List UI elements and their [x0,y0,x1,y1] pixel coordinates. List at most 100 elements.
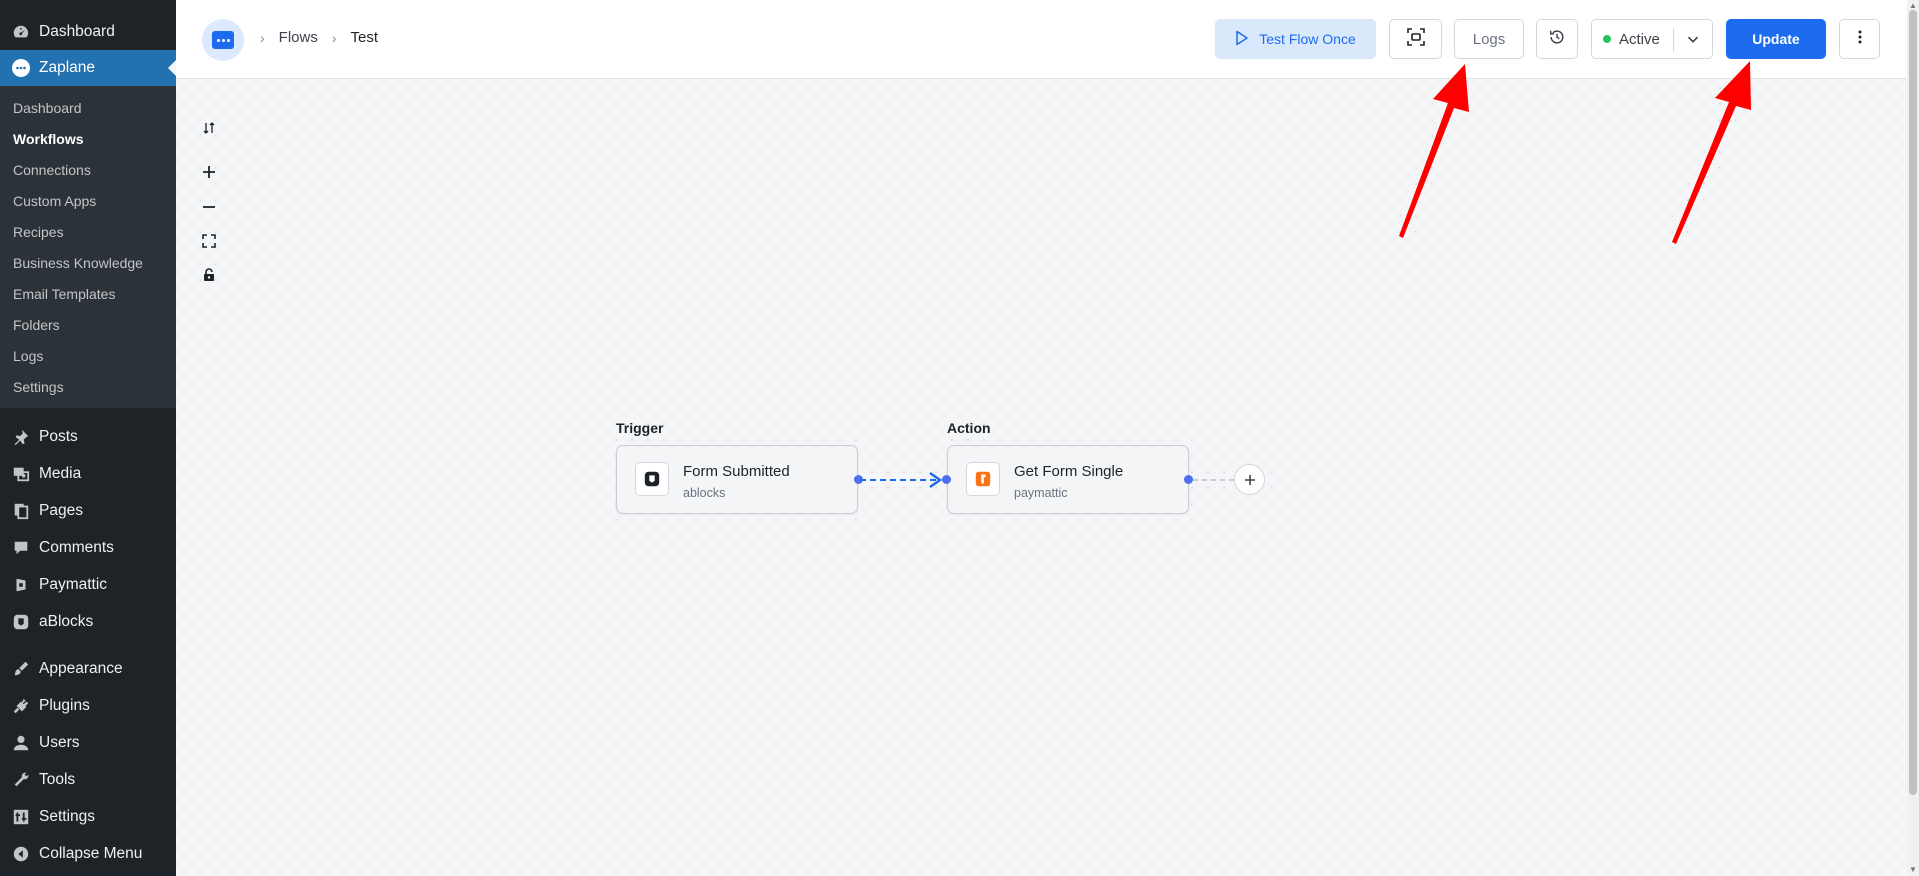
menu-label: Tools [39,770,76,788]
plug-icon [10,695,32,717]
menu-plugins[interactable]: Plugins [0,687,176,724]
menu-label: aBlocks [39,612,94,630]
logs-button[interactable]: Logs [1454,19,1524,59]
breadcrumb-flows[interactable]: Flows [279,29,318,46]
app-logo[interactable] [202,19,244,61]
brush-icon [10,658,32,680]
update-button[interactable]: Update [1726,19,1826,59]
menu-label: Comments [39,538,114,556]
menu-settings[interactable]: Settings [0,798,176,835]
menu-label: Appearance [39,659,123,677]
test-flow-label: Test Flow Once [1259,31,1356,47]
fit-view-icon[interactable] [199,231,219,251]
paymattic-icon [10,574,32,596]
menu-label: Dashboard [39,22,115,40]
chevron-right-icon: › [331,29,337,46]
wrench-icon [10,769,32,791]
logs-label: Logs [1472,30,1506,48]
trigger-section-label: Trigger [616,420,664,436]
menu-media[interactable]: Media [0,455,176,492]
menu-label: Paymattic [39,575,108,593]
menu-label: Pages [39,501,83,519]
menu-comments[interactable]: Comments [0,529,176,566]
submenu-email-templates[interactable]: Email Templates [0,279,176,310]
pages-icon [10,500,32,522]
zoom-in-icon[interactable] [199,162,219,182]
menu-collapse[interactable]: Collapse Menu [0,835,176,872]
pin-icon [10,426,32,448]
zoom-out-icon[interactable] [199,197,219,217]
scroll-down-icon[interactable]: ▼ [1909,865,1917,874]
trigger-app: ablocks [683,486,726,500]
status-dot [1603,35,1611,43]
collapse-icon [10,843,32,865]
menu-paymattic[interactable]: Paymattic [0,566,176,603]
submenu-custom-apps[interactable]: Custom Apps [0,186,176,217]
ablocks-logo-icon [635,462,669,496]
scroll-up-icon[interactable]: ▲ [1909,1,1917,10]
submenu-business-knowledge[interactable]: Business Knowledge [0,248,176,279]
zaplane-icon [10,57,32,79]
menu-pages[interactable]: Pages [0,492,176,529]
menu-ablocks[interactable]: aBlocks [0,603,176,640]
submenu-connections[interactable]: Connections [0,155,176,186]
menu-tools[interactable]: Tools [0,761,176,798]
action-title: Get Form Single [1014,463,1124,480]
action-section-label: Action [947,420,991,436]
plus-icon [1244,474,1255,485]
status-label: Active [1619,30,1660,48]
chevron-right-icon: › [260,29,265,46]
menu-users[interactable]: Users [0,724,176,761]
scrollbar-thumb[interactable] [1909,10,1917,795]
status-dropdown[interactable]: Active [1591,19,1713,59]
trigger-title: Form Submitted [683,463,790,480]
menu-label: Collapse Menu [39,844,143,862]
fit-screen-button[interactable] [1389,19,1442,59]
submenu-settings[interactable]: Settings [0,372,176,403]
submenu-folders[interactable]: Folders [0,310,176,341]
add-step-button[interactable] [1234,464,1265,495]
flow-canvas[interactable]: Trigger Form Submitted ablocks Action Ge… [176,80,1907,876]
history-icon [1548,28,1566,50]
menu-posts[interactable]: Posts [0,418,176,455]
user-icon [10,732,32,754]
comment-icon [10,537,32,559]
vertical-scrollbar[interactable]: ▲ ▼ [1907,0,1919,876]
zaplane-logo-icon [212,31,234,49]
menu-label: Media [39,464,82,482]
action-node[interactable]: Get Form Single paymattic [947,445,1189,514]
update-label: Update [1752,31,1800,47]
breadcrumb-current: Test [350,29,379,46]
ablocks-icon [10,611,32,633]
swap-layout-icon[interactable] [199,118,219,138]
screenshot-frame-icon [1406,27,1426,51]
action-output-port[interactable] [1184,475,1193,484]
flow-connector [860,471,943,489]
trigger-node[interactable]: Form Submitted ablocks [616,445,858,514]
more-vertical-icon [1858,29,1862,49]
more-options-button[interactable] [1839,19,1880,59]
test-flow-button[interactable]: Test Flow Once [1215,19,1376,59]
chevron-down-icon[interactable] [1684,30,1702,52]
admin-sidebar: Dashboard Zaplane Dashboard Workflows Co… [0,0,176,876]
menu-appearance[interactable]: Appearance [0,650,176,687]
action-input-port[interactable] [942,475,951,484]
menu-label: Posts [39,427,78,445]
lock-icon[interactable] [199,265,219,285]
zaplane-submenu: Dashboard Workflows Connections Custom A… [0,86,176,408]
flow-header: › Flows › Test Test Flow Once Logs Activ… [176,0,1907,79]
history-button[interactable] [1536,19,1578,59]
breadcrumb: › Flows › Test [260,29,378,46]
submenu-logs[interactable]: Logs [0,341,176,372]
submenu-workflows[interactable]: Workflows [0,124,176,155]
settings-icon [10,806,32,828]
menu-label: Zaplane [39,59,96,76]
media-icon [10,463,32,485]
play-icon [1235,30,1249,49]
submenu-dashboard[interactable]: Dashboard [0,93,176,124]
action-app: paymattic [1014,486,1068,500]
menu-zaplane[interactable]: Zaplane [0,50,176,86]
submenu-recipes[interactable]: Recipes [0,217,176,248]
dashboard-icon [10,21,32,43]
menu-dashboard[interactable]: Dashboard [0,13,176,50]
